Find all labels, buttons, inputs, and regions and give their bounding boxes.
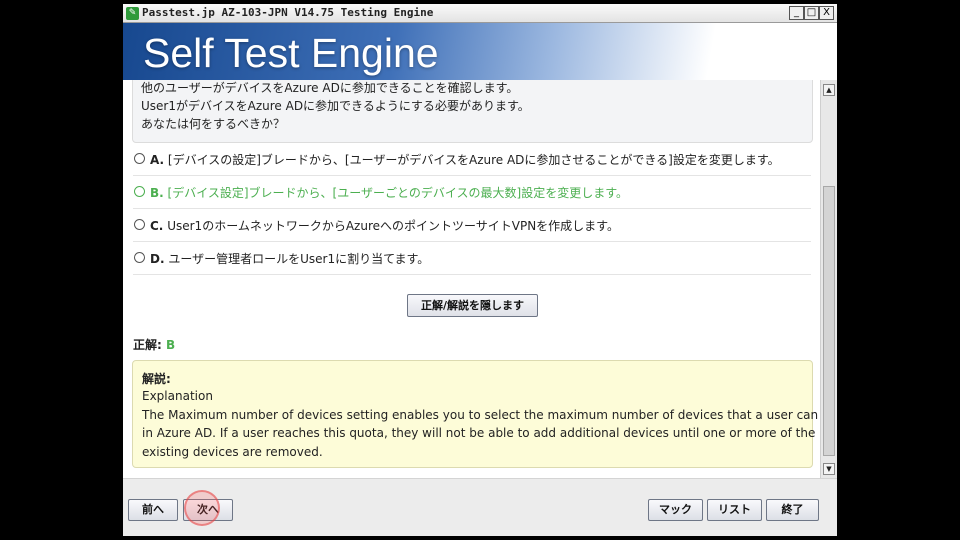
question-text: 他のユーザーがデバイスをAzure ADに参加できることを確認します。 User…	[132, 80, 813, 143]
radio-a[interactable]	[134, 153, 145, 164]
app-icon: ✎	[126, 7, 139, 20]
scroll-down-icon[interactable]: ▼	[823, 463, 835, 475]
answer-value: B	[166, 338, 176, 352]
list-button[interactable]: リスト	[707, 499, 762, 521]
explanation-heading: 解説:	[142, 372, 171, 386]
hide-answer-button[interactable]: 正解/解説を隠します	[407, 294, 538, 317]
explanation-line: The Maximum number of devices setting en…	[142, 407, 820, 422]
scroll-up-icon[interactable]: ▲	[823, 84, 835, 96]
radio-b[interactable]	[134, 186, 145, 197]
app-window: ✎ Passtest.jp AZ-103-JPN V14.75 Testing …	[123, 4, 837, 536]
banner-title: Self Test Engine	[143, 30, 439, 76]
radio-c[interactable]	[134, 219, 145, 230]
correct-answer: 正解: B	[133, 336, 175, 353]
option-a[interactable]: A. [デバイスの設定]ブレードから、[ユーザーがデバイスをAzure ADに参…	[133, 143, 811, 176]
close-button[interactable]: X	[819, 6, 834, 20]
explanation-box: 解説: Explanation The Maximum number of de…	[132, 360, 820, 468]
end-button[interactable]: 終了	[766, 499, 819, 521]
option-letter: D.	[150, 252, 165, 266]
mark-button[interactable]: マック	[648, 499, 703, 521]
option-c[interactable]: C. User1のホームネットワークからAzureへのポイントツーサイトVPNを…	[133, 209, 811, 242]
option-text: ユーザー管理者ロールをUser1に割り当てます。	[168, 252, 430, 266]
scroll-thumb[interactable]	[823, 186, 835, 456]
option-letter: C.	[150, 219, 164, 233]
answer-label: 正解:	[133, 338, 162, 352]
vertical-scrollbar[interactable]: ▲ ▼	[820, 80, 837, 478]
navigation-bar: 前へ 次へ マック リスト 終了	[123, 478, 837, 536]
radio-d[interactable]	[134, 252, 145, 263]
option-letter: B.	[150, 186, 164, 200]
explanation-line: Explanation	[142, 389, 213, 403]
option-text: [デバイス設定]ブレードから、[ユーザーごとのデバイスの最大数]設定を変更します…	[167, 186, 628, 200]
question-panel: 他のユーザーがデバイスをAzure ADに参加できることを確認します。 User…	[123, 80, 820, 478]
minimize-button[interactable]: _	[789, 6, 804, 20]
window-title: Passtest.jp AZ-103-JPN V14.75 Testing En…	[142, 6, 434, 19]
option-b[interactable]: B. [デバイス設定]ブレードから、[ユーザーごとのデバイスの最大数]設定を変更…	[133, 176, 811, 209]
explanation-line: existing devices are removed.	[142, 444, 323, 459]
question-line: 他のユーザーがデバイスをAzure ADに参加できることを確認します。	[141, 81, 519, 95]
option-text: User1のホームネットワークからAzureへのポイントツーサイトVPNを作成し…	[167, 219, 619, 233]
option-d[interactable]: D. ユーザー管理者ロールをUser1に割り当てます。	[133, 242, 811, 275]
prev-button[interactable]: 前へ	[128, 499, 178, 521]
next-button[interactable]: 次へ	[183, 499, 233, 521]
explanation-line: in Azure AD. If a user reaches this quot…	[142, 426, 816, 440]
header-banner: Self Test Engine	[123, 23, 837, 80]
question-line: User1がデバイスをAzure ADに参加できるようにする必要があります。	[141, 99, 530, 113]
title-bar[interactable]: ✎ Passtest.jp AZ-103-JPN V14.75 Testing …	[123, 4, 837, 23]
maximize-button[interactable]: □	[804, 6, 819, 20]
option-letter: A.	[150, 153, 165, 167]
question-line: あなたは何をするべきか？	[141, 117, 286, 131]
option-text: [デバイスの設定]ブレードから、[ユーザーがデバイスをAzure ADに参加させ…	[167, 153, 780, 167]
